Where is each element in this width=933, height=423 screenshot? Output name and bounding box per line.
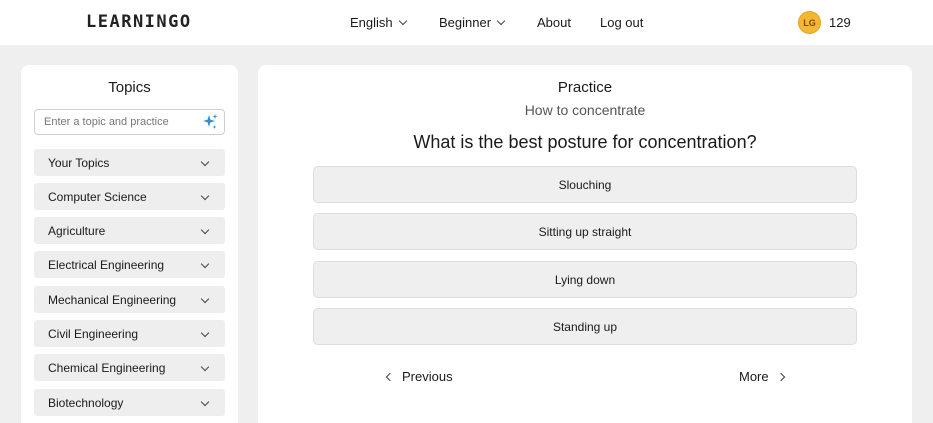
more-button[interactable]: More — [739, 369, 785, 384]
chevron-down-icon — [398, 16, 407, 25]
chevron-down-icon — [200, 191, 210, 201]
chevron-down-icon — [200, 397, 210, 407]
topic-electrical-engineering[interactable]: Electrical Engineering — [34, 251, 225, 278]
chevron-down-icon — [200, 157, 210, 167]
about-link[interactable]: About — [537, 15, 571, 30]
topic-search-input[interactable] — [44, 116, 204, 128]
topics-sidebar: Topics Your Topics Computer Science Agri… — [21, 65, 238, 423]
topic-chemical-engineering[interactable]: Chemical Engineering — [34, 354, 225, 381]
topic-label: Computer Science — [48, 189, 147, 204]
logout-label: Log out — [600, 15, 644, 30]
level-dropdown[interactable]: Beginner — [439, 15, 506, 30]
chevron-down-icon — [200, 225, 210, 235]
logout-link[interactable]: Log out — [600, 15, 643, 30]
chevron-down-icon — [200, 328, 210, 338]
language-label: English — [350, 15, 393, 30]
points-count: 129 — [829, 15, 851, 30]
topic-label: Biotechnology — [48, 395, 124, 410]
answer-option[interactable]: Slouching — [313, 166, 857, 203]
more-label: More — [739, 369, 769, 384]
topic-civil-engineering[interactable]: Civil Engineering — [34, 320, 225, 347]
topic-label: Mechanical Engineering — [48, 292, 177, 307]
sparkle-icon[interactable] — [202, 113, 218, 131]
chevron-right-icon — [776, 372, 785, 381]
practice-panel: Practice How to concentrate What is the … — [258, 65, 912, 423]
level-label: Beginner — [439, 15, 492, 30]
page-title: Practice — [557, 79, 613, 96]
practice-topic: How to concentrate — [524, 102, 646, 118]
topic-label: Chemical Engineering — [48, 360, 166, 375]
logo[interactable]: LEARNINGO — [86, 12, 192, 32]
topic-computer-science[interactable]: Computer Science — [34, 183, 225, 210]
previous-label: Previous — [402, 369, 453, 384]
answer-option[interactable]: Lying down — [313, 261, 857, 298]
topic-your-topics[interactable]: Your Topics — [34, 149, 225, 176]
about-label: About — [537, 15, 571, 30]
topic-label: Civil Engineering — [48, 326, 139, 341]
topic-label: Electrical Engineering — [48, 257, 165, 272]
chevron-left-icon — [385, 372, 395, 381]
top-header: LEARNINGO English Beginner About Log out… — [0, 0, 933, 45]
language-dropdown[interactable]: English — [350, 15, 407, 30]
topic-label: Your Topics — [48, 155, 110, 170]
topic-search-box — [34, 109, 225, 135]
sidebar-title: Topics — [108, 79, 151, 96]
avatar[interactable]: LG — [798, 11, 821, 34]
topic-label: Agriculture — [48, 223, 106, 238]
topic-agriculture[interactable]: Agriculture — [34, 217, 225, 244]
chevron-down-icon — [496, 16, 506, 25]
answer-option[interactable]: Standing up — [313, 308, 857, 345]
chevron-down-icon — [200, 294, 210, 304]
topic-biotechnology[interactable]: Biotechnology — [34, 389, 225, 416]
answer-option[interactable]: Sitting up straight — [313, 213, 857, 250]
question-text: What is the best posture for concentrati… — [413, 132, 757, 152]
previous-button[interactable]: Previous — [385, 369, 453, 384]
chevron-down-icon — [200, 259, 210, 269]
topic-mechanical-engineering[interactable]: Mechanical Engineering — [34, 286, 225, 313]
chevron-down-icon — [200, 362, 210, 372]
